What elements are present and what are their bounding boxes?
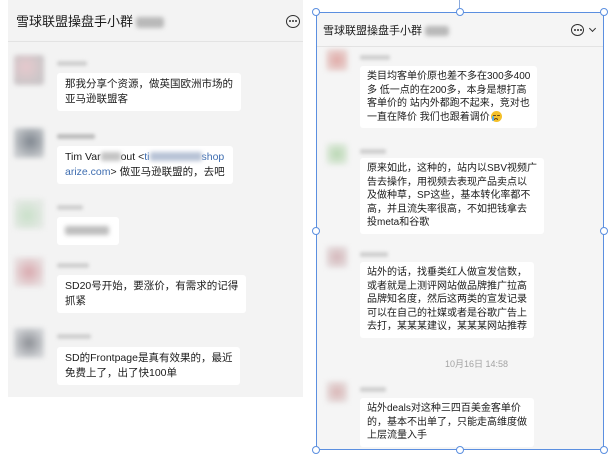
message-line: 多 低一点的在200多，本身是想打高 <box>367 84 527 96</box>
chat-more-icon[interactable] <box>571 24 584 36</box>
message-bubble: SD20号开始，要涨价，有需求的记得 抓紧 <box>57 275 247 313</box>
message-bubble: 那我分享个资源，做英国欧洲市场的 亚马逊联盟客 <box>57 73 241 111</box>
message-line: 原来如此，这种的，站内以SBV视频广 <box>367 163 538 174</box>
message-line: 品牌知名度，然后这两类的宣发记录 <box>367 294 527 305</box>
avatar[interactable] <box>14 199 44 229</box>
message-link[interactable]: arize.com <box>65 166 111 178</box>
avatar[interactable] <box>326 143 348 165</box>
dot <box>574 29 576 32</box>
chat-title-text: 雪球联盟操盘手小群 <box>323 25 422 37</box>
emoji-mouth <box>494 117 499 120</box>
resize-handle-right[interactable] <box>600 227 608 235</box>
message-line: 类目均客单价原也差不多在300多400 <box>367 71 531 82</box>
dot <box>292 20 294 23</box>
selected-chat-image[interactable]: 雪球联盟操盘手小群 类目均客单价原也差不多在300多400 多 低一点的在200… <box>316 12 604 450</box>
message-line: 高，并且流失率很高，不如把钱拿去 <box>367 203 527 215</box>
message-line: 投meta和谷歌 <box>367 217 430 228</box>
message-line: 站外的话，找垂类红人做宣发信数， <box>367 267 527 278</box>
message-line: 那我分享个资源，做英国欧洲市场的 <box>65 78 233 90</box>
avatar[interactable] <box>14 328 44 358</box>
crying-face-emoji-icon <box>490 110 502 122</box>
resize-handle-top-right[interactable] <box>600 8 608 16</box>
message-line: 及做种草，SP这些，基本转化率都不 <box>367 190 531 201</box>
resize-handle-bottom-right[interactable] <box>600 446 608 454</box>
dot <box>289 20 291 23</box>
message-line: 或者就是上测评网站做品牌推广拉高 <box>367 280 527 292</box>
message-line: 去打，某某某建议，某某某网站推荐 <box>367 321 527 332</box>
message-text: > 做亚马逊联盟的，去吧 <box>110 166 225 178</box>
message-bubble: 站外的话，找垂类红人做宣发信数， 或者就是上测评网站做品牌推广拉高 品牌知名度，… <box>360 262 534 338</box>
message-line: 上层流量入手 <box>367 430 427 441</box>
resize-handle-top[interactable] <box>456 8 464 16</box>
message-line: 亚马逊联盟客 <box>65 93 128 105</box>
message-line: 可以在自己的社媒或者是谷歌广告上 <box>367 307 527 319</box>
resize-handle-left[interactable] <box>312 227 320 235</box>
message-bubble: 站外deals对这种三四百美金客单价 的，基本不出单了，只能走高维度做 上层流量… <box>360 398 534 447</box>
avatar[interactable] <box>326 246 348 268</box>
chat-title: 雪球联盟操盘手小群 <box>16 14 165 30</box>
avatar[interactable] <box>14 128 44 158</box>
message-line: Tim Var out <ti shop <box>65 150 225 165</box>
dot <box>295 20 297 23</box>
message-bubble: SD的Frontpage是真有效果的，最近 免费上了，出了快100单 <box>57 347 241 385</box>
header-divider <box>8 41 303 42</box>
sender-name-redacted <box>57 334 91 339</box>
message-line: 站外deals对这种三四百美金客单价 <box>367 403 521 414</box>
sender-name-redacted <box>57 61 87 66</box>
dot <box>580 29 582 32</box>
message-bubble: 原来如此，这种的，站内以SBV视频广 告去操作，用视频去表现产品卖点以 及做种草… <box>360 158 545 234</box>
redacted-text <box>65 226 109 235</box>
message-timestamp: 10月16日 14:58 <box>445 359 509 369</box>
sender-name-redacted <box>57 263 89 268</box>
chat-title: 雪球联盟操盘手小群 <box>323 24 449 38</box>
redacted-text <box>425 26 449 37</box>
left-chat-panel: 雪球联盟操盘手小群 那我分享个资源，做英国欧洲市场的 亚马逊联盟客 Tim Va… <box>8 0 303 397</box>
sender-name-redacted <box>57 205 83 210</box>
resize-handle-top-left[interactable] <box>312 8 320 16</box>
document-canvas: 雪球联盟操盘手小群 那我分享个资源，做英国欧洲市场的 亚马逊联盟客 Tim Va… <box>0 0 608 457</box>
sender-name-redacted <box>57 134 95 139</box>
message-text: 一直在降价 我们也跟着调价 <box>367 111 490 123</box>
message-bubble-redacted <box>57 217 119 245</box>
sender-name-redacted <box>360 387 386 392</box>
avatar[interactable] <box>14 55 44 85</box>
message-line: SD的Frontpage是真有效果的，最近 <box>65 352 233 364</box>
resize-handle-bottom-left[interactable] <box>312 446 320 454</box>
message-bubble: Tim Var out <ti shop arize.com> 做亚马逊联盟的，去吧 <box>57 146 233 184</box>
sender-name-redacted <box>360 55 390 60</box>
message-bubble: 类目均客单价原也差不多在300多400 多 低一点的在200多，本身是想打高 客… <box>360 66 538 128</box>
sender-name-redacted <box>360 252 388 257</box>
message-line: 的，基本不出单了，只能走高维度做 <box>367 416 527 428</box>
avatar[interactable] <box>14 257 44 287</box>
avatar[interactable] <box>326 381 348 403</box>
message-line: 客单价的 站内外都跑不起来，竞对也 <box>367 98 530 109</box>
message-line: 告去操作，用视频去表现产品卖点以 <box>367 176 527 188</box>
message-link[interactable]: shop <box>202 151 225 163</box>
message-text: out < <box>120 151 145 163</box>
dot <box>577 29 579 32</box>
redacted-text <box>136 17 165 29</box>
message-line: arize.com> 做亚马逊联盟的，去吧 <box>65 165 225 180</box>
message-line: SD20号开始，要涨价，有需求的记得 <box>65 280 239 292</box>
message-text: Tim Var <box>65 151 101 163</box>
rotation-handle-connector <box>459 0 460 8</box>
message-line: 免费上了，出了快100单 <box>65 367 178 379</box>
chat-more-icon[interactable] <box>286 15 300 28</box>
chevron-down-icon[interactable] <box>588 24 597 33</box>
header-divider <box>317 46 603 47</box>
emoji-eye <box>496 114 500 116</box>
chat-title-text: 雪球联盟操盘手小群 <box>16 14 134 29</box>
message-line: 一直在降价 我们也跟着调价 <box>367 110 530 125</box>
redacted-link <box>149 152 202 161</box>
redacted-text <box>100 152 121 161</box>
avatar[interactable] <box>326 49 348 71</box>
sender-name-redacted <box>360 149 386 154</box>
resize-handle-bottom[interactable] <box>456 446 464 454</box>
message-link[interactable]: ti <box>144 151 149 163</box>
message-line: 抓紧 <box>65 295 86 307</box>
